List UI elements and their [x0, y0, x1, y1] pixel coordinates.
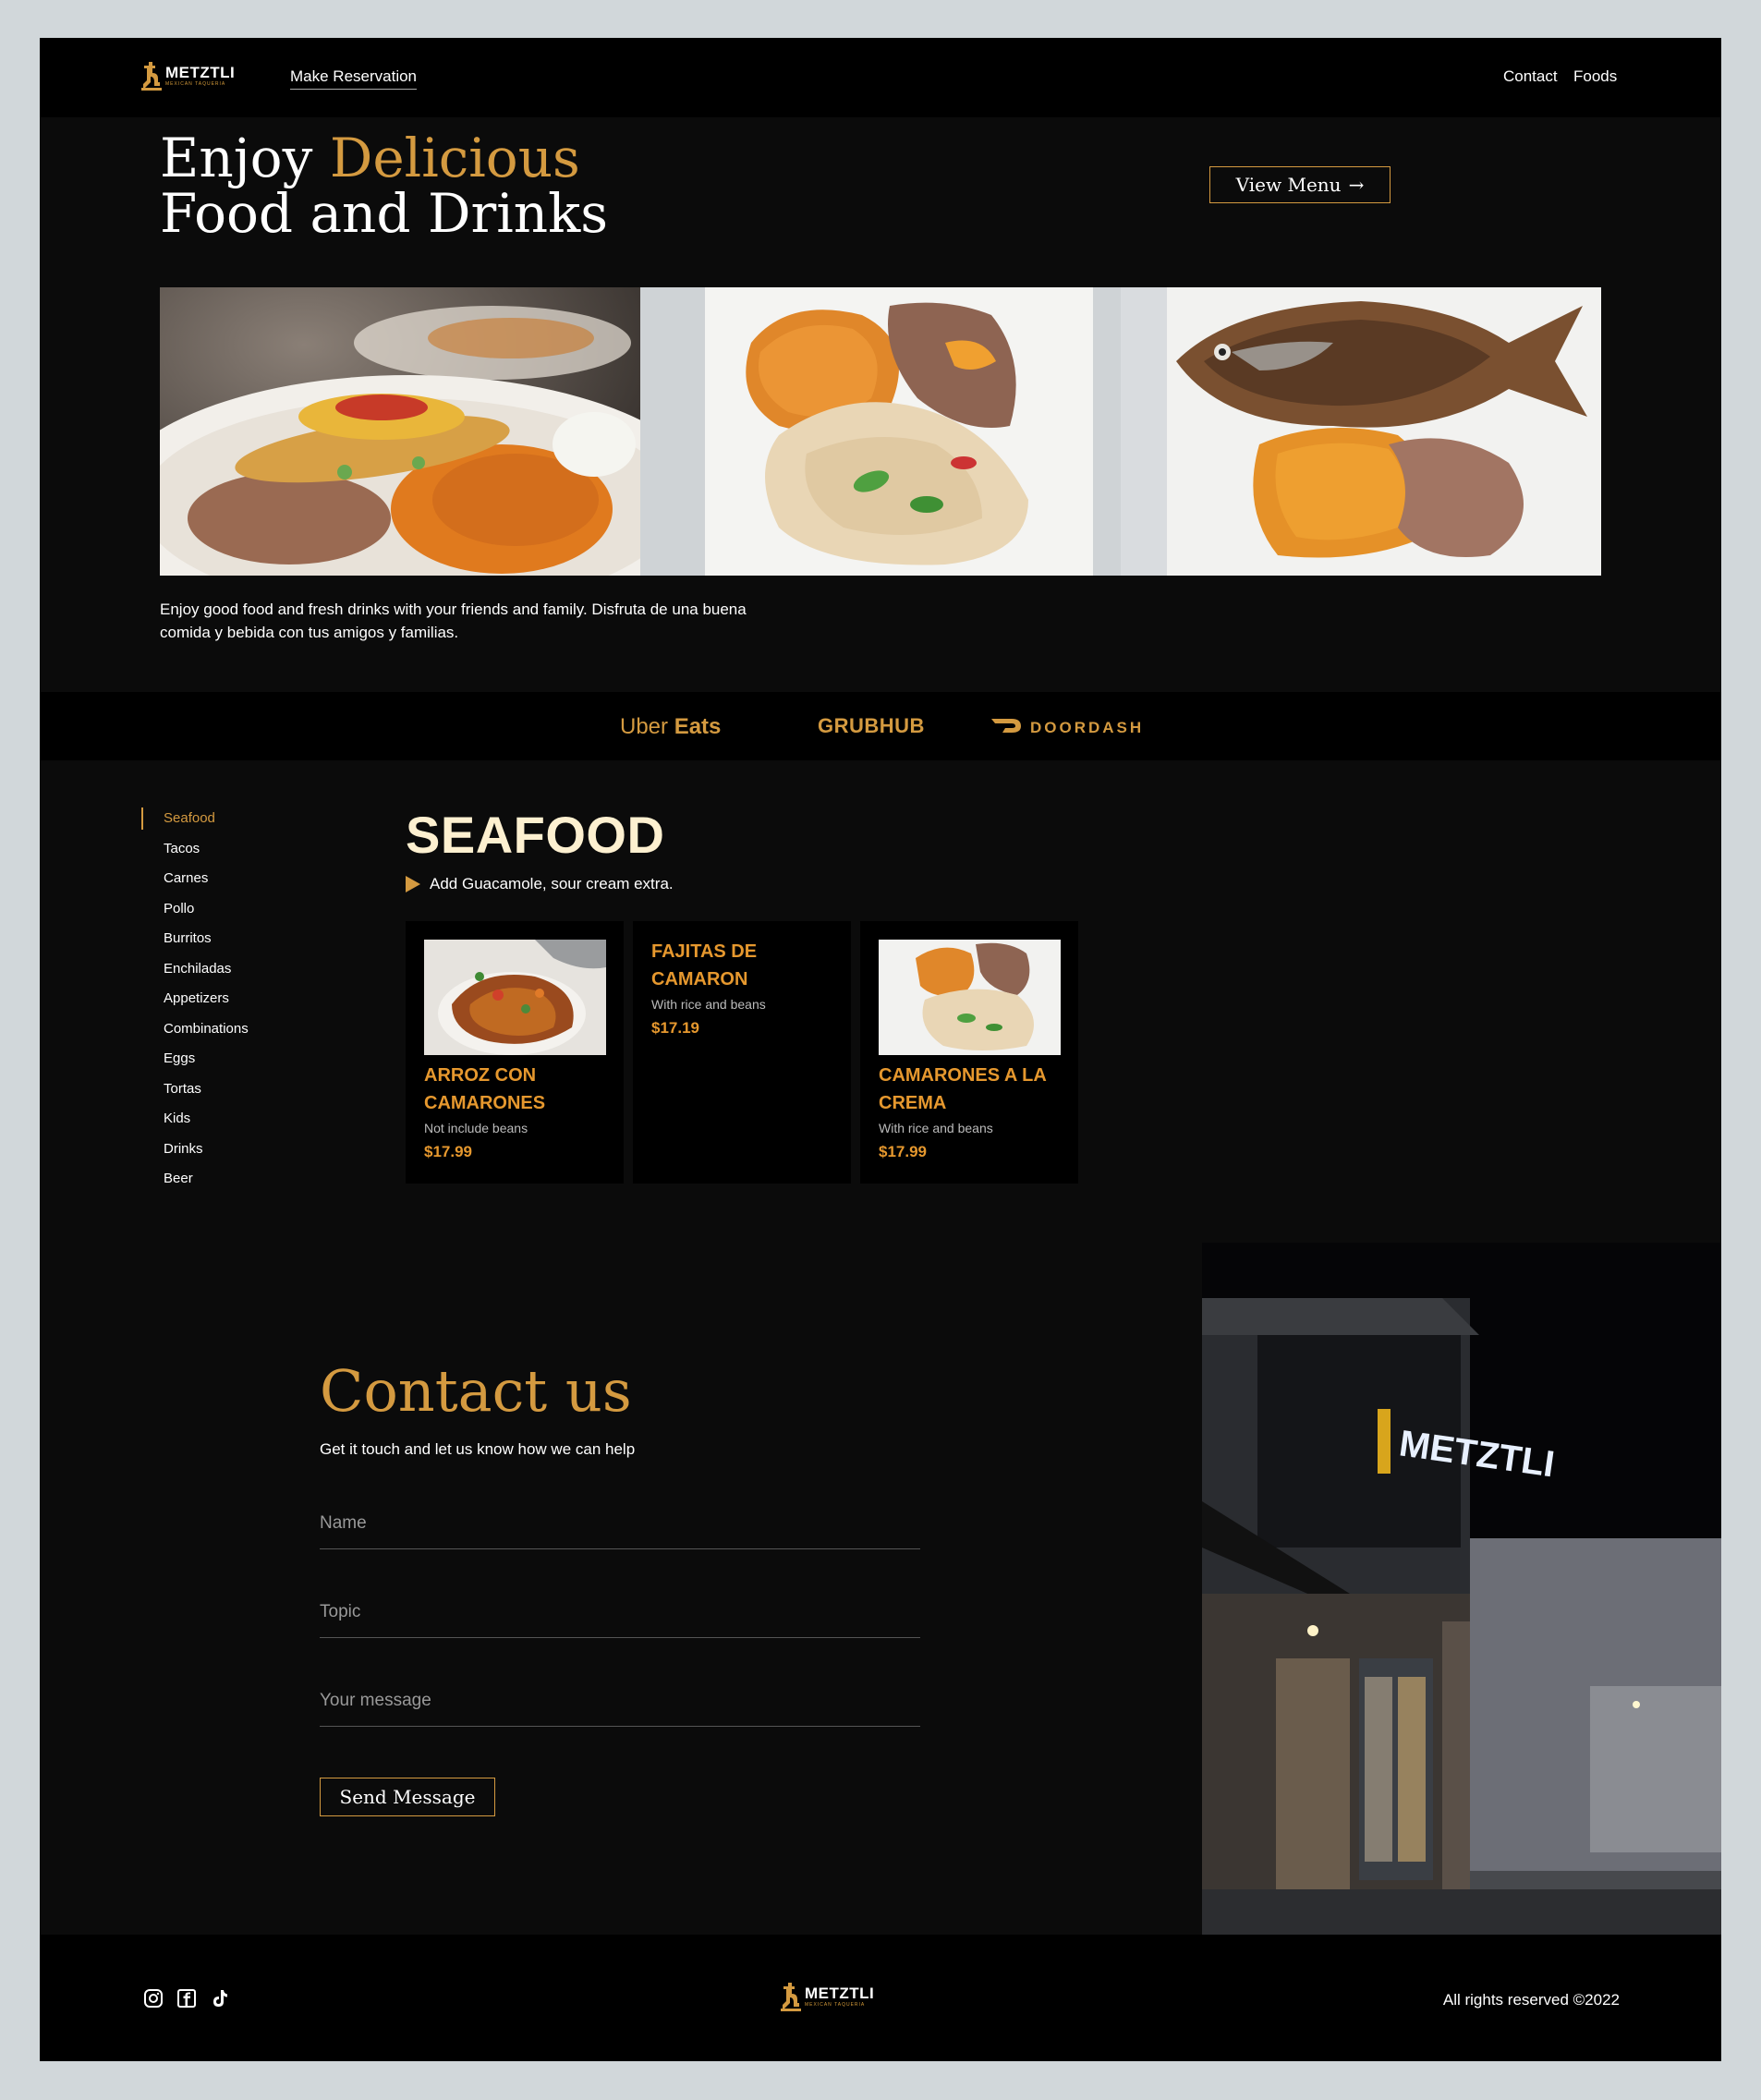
- menu-item-price: $17.99: [424, 1143, 472, 1160]
- hero-description: Enjoy good food and fresh drinks with yo…: [160, 601, 747, 641]
- category-carnes[interactable]: Carnes: [141, 870, 249, 901]
- instagram-icon[interactable]: [143, 1988, 164, 2009]
- play-triangle-icon: [406, 876, 420, 892]
- footer-logo-word: METZTLI: [805, 1985, 875, 2002]
- hero-title-line2: Food and Drinks: [160, 182, 609, 245]
- category-combinations[interactable]: Combinations: [141, 1021, 249, 1051]
- menu-item-name: Fajitas de camaron: [651, 941, 758, 989]
- logo-icon: [141, 60, 162, 91]
- doordash-icon: [991, 717, 1023, 738]
- category-seafood[interactable]: Seafood: [141, 807, 249, 841]
- doordash-link[interactable]: DOORDASH: [991, 717, 1144, 738]
- storefront-photo: METZTLI: [1202, 1243, 1721, 1936]
- category-pollo[interactable]: Pollo: [141, 901, 249, 931]
- nav-foods[interactable]: Foods: [1573, 67, 1617, 86]
- category-enchiladas[interactable]: Enchiladas: [141, 961, 249, 991]
- top-nav: METZTLI MEXICAN TAQUERIA Make Reservatio…: [40, 38, 1721, 117]
- hero-title-accent: Delicious: [329, 127, 580, 189]
- contact-title: Contact us: [320, 1357, 632, 1425]
- hero-title: Enjoy Delicious Food and Drinks: [160, 130, 608, 241]
- view-menu-button[interactable]: View Menu →: [1209, 166, 1391, 203]
- view-menu-label: View Menu: [1235, 174, 1342, 196]
- hero-photo-crema-plate: [640, 287, 1121, 576]
- nav-make-reservation[interactable]: Make Reservation: [290, 67, 417, 90]
- tiktok-icon[interactable]: [210, 1988, 230, 2009]
- topic-input[interactable]: [320, 1602, 920, 1622]
- uber-eats-link[interactable]: Uber Eats: [620, 714, 721, 740]
- uber-eats-word-2: Eats: [674, 714, 722, 739]
- menu-section-title: SEAFOOD: [406, 806, 665, 864]
- menu-item-name: Arroz con camarones: [424, 1065, 546, 1113]
- menu-item-price: $17.99: [879, 1143, 927, 1160]
- hero-gallery: [160, 287, 1601, 576]
- menu-item-photo: [879, 940, 1061, 1055]
- category-beer[interactable]: Beer: [141, 1171, 249, 1201]
- menu-item-card[interactable]: Camarones a la crema With rice and beans…: [860, 921, 1078, 1184]
- category-tacos[interactable]: Tacos: [141, 841, 249, 871]
- contact-subtitle: Get it touch and let us know how we can …: [320, 1440, 636, 1458]
- menu-item-card[interactable]: Fajitas de camaron With rice and beans $…: [633, 921, 851, 1184]
- hero-title-enjoy: Enjoy: [160, 127, 330, 189]
- name-field-wrapper: [320, 1513, 920, 1549]
- logo-tagline: MEXICAN TAQUERIA: [165, 81, 226, 87]
- menu-item-price: $17.19: [651, 1019, 699, 1037]
- logo[interactable]: METZTLI MEXICAN TAQUERIA: [141, 60, 235, 91]
- category-tortas[interactable]: Tortas: [141, 1081, 249, 1111]
- menu-item-name: Camarones a la crema: [879, 1065, 1047, 1113]
- name-input[interactable]: [320, 1513, 920, 1534]
- copyright-text: All rights reserved ©2022: [1442, 1991, 1620, 2009]
- menu-item-description: With rice and beans: [651, 997, 766, 1012]
- menu-note-text: Add Guacamole, sour cream extra.: [430, 875, 674, 892]
- delivery-partners-bar: Uber Eats GRUBHUB DOORDASH: [40, 692, 1721, 760]
- send-message-button[interactable]: Send Message: [320, 1778, 495, 1816]
- uber-eats-word-1: Uber: [620, 714, 669, 739]
- social-links: [143, 1988, 230, 2009]
- menu-item-photo: [424, 940, 606, 1055]
- category-appetizers[interactable]: Appetizers: [141, 990, 249, 1021]
- message-textarea[interactable]: [320, 1691, 920, 1711]
- menu-item-description: Not include beans: [424, 1121, 528, 1135]
- menu-item-description: With rice and beans: [879, 1121, 993, 1135]
- hero-photo-fried-fish-plate: [1121, 287, 1601, 576]
- footer-logo-tagline: MEXICAN TAQUERIA: [805, 2002, 866, 2008]
- footer: METZTLI MEXICAN TAQUERIA All rights rese…: [40, 1935, 1721, 2061]
- page-frame: METZTLI MEXICAN TAQUERIA Make Reservatio…: [40, 38, 1721, 2061]
- logo-icon: [781, 1981, 801, 2012]
- nav-contact[interactable]: Contact: [1503, 67, 1558, 86]
- hero-photo-burrito-plate: [160, 287, 640, 576]
- menu-category-sidebar: Seafood Tacos Carnes Pollo Burritos Ench…: [141, 807, 249, 1201]
- footer-logo[interactable]: METZTLI MEXICAN TAQUERIA: [781, 1981, 874, 2012]
- message-field-wrapper: [320, 1691, 920, 1727]
- category-eggs[interactable]: Eggs: [141, 1050, 249, 1081]
- category-burritos[interactable]: Burritos: [141, 930, 249, 961]
- doordash-label: DOORDASH: [1030, 718, 1145, 736]
- menu-items-grid: Arroz con camarones Not include beans $1…: [406, 921, 1078, 1184]
- category-kids[interactable]: Kids: [141, 1111, 249, 1141]
- topic-field-wrapper: [320, 1602, 920, 1638]
- logo-word: METZTLI: [165, 64, 236, 81]
- category-drinks[interactable]: Drinks: [141, 1141, 249, 1171]
- grubhub-link[interactable]: GRUBHUB: [818, 714, 925, 738]
- menu-item-card[interactable]: Arroz con camarones Not include beans $1…: [406, 921, 624, 1184]
- facebook-icon[interactable]: [176, 1988, 197, 2009]
- menu-note: Add Guacamole, sour cream extra.: [406, 875, 674, 893]
- arrow-right-icon: →: [1348, 174, 1365, 196]
